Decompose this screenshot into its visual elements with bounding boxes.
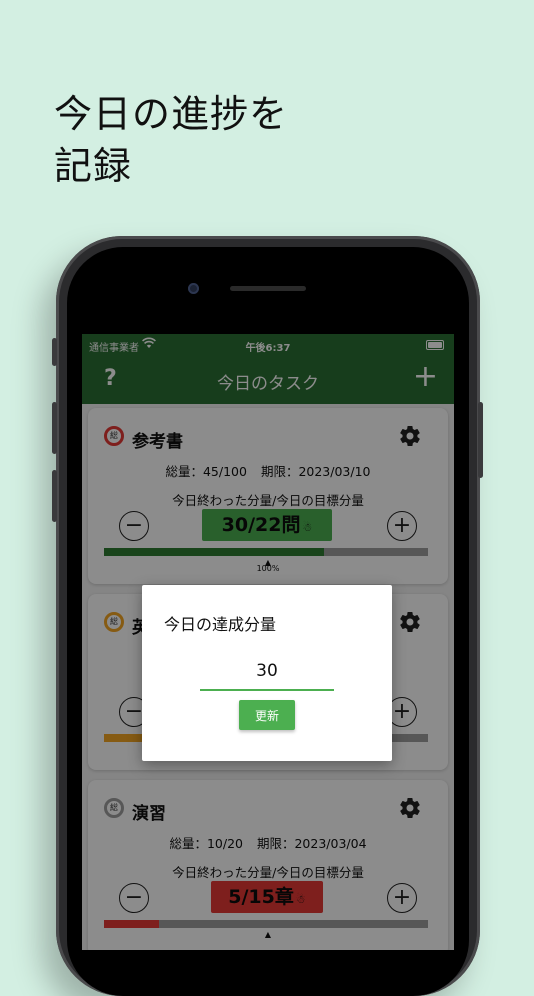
phone-volume-up <box>52 402 57 454</box>
phone-power-button <box>478 402 483 478</box>
dialog-title: 今日の達成分量 <box>164 615 277 634</box>
headline-line-1: 今日の進捗を <box>54 92 289 136</box>
update-button[interactable]: 更新 <box>239 700 295 730</box>
headline-line-2: 記録 <box>54 144 133 188</box>
progress-input-dialog: 今日の達成分量 更新 <box>142 585 392 761</box>
phone-volume-down <box>52 470 57 522</box>
front-camera <box>188 283 199 294</box>
earpiece-speaker <box>230 286 306 291</box>
phone-mute-switch <box>52 338 57 366</box>
marketing-headline: 今日の進捗を 記録 <box>54 88 288 192</box>
app-screen: 通信事業者 午後6:37 ? 今日のタスク + 総 参考書 総量：45/100 … <box>82 334 454 950</box>
achieved-amount-input[interactable] <box>200 653 334 691</box>
